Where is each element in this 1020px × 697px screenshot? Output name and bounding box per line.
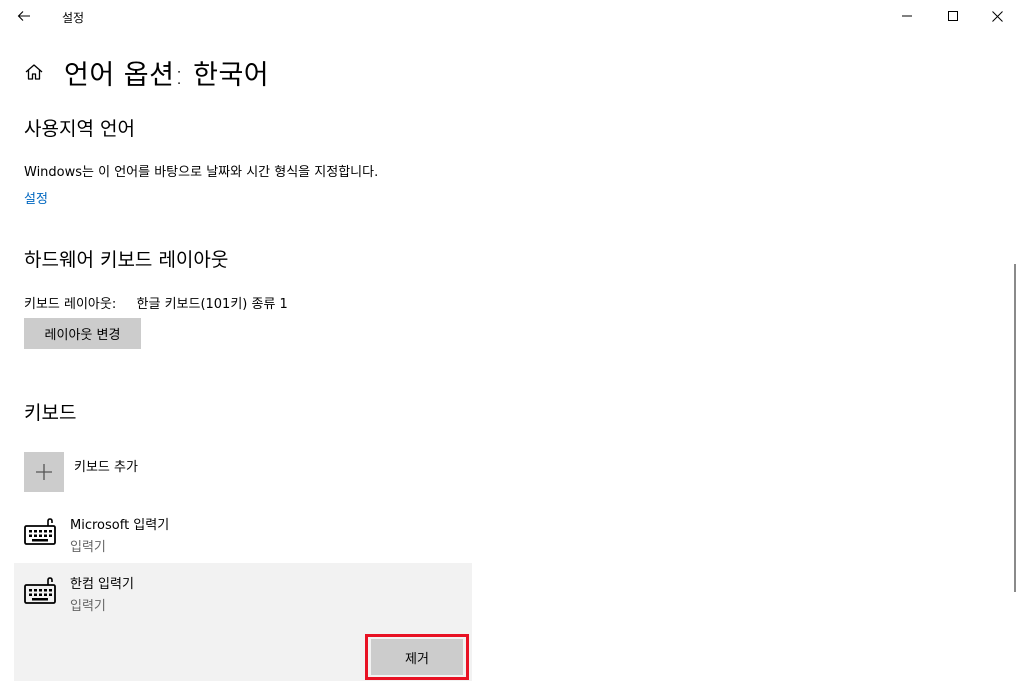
change-layout-button[interactable]: 레이아웃 변경 xyxy=(24,318,141,349)
keyboard-item-name: 한컴 입력기 xyxy=(70,577,134,592)
keyboards-section-title: 키보드 xyxy=(24,402,77,424)
keyboard-item-subtitle: 입력기 xyxy=(70,540,106,555)
minimize-button[interactable] xyxy=(884,0,930,32)
keyboard-icon xyxy=(24,577,56,604)
keyboard-item-microsoft[interactable]: Microsoft 입력기 입력기 xyxy=(14,506,472,562)
keyboard-icon xyxy=(24,518,56,545)
regional-settings-link[interactable]: 설정 xyxy=(24,188,48,207)
keyboard-layout-info: 키보드 레이아웃: 한글 키보드(101키) 종류 1 xyxy=(24,293,288,312)
home-icon xyxy=(25,64,43,80)
maximize-icon xyxy=(948,11,958,21)
add-keyboard-label: 키보드 추가 xyxy=(74,460,138,475)
minimize-icon xyxy=(902,15,912,17)
maximize-button[interactable] xyxy=(930,0,976,32)
back-button[interactable] xyxy=(8,0,40,32)
close-button[interactable] xyxy=(974,0,1020,32)
keyboard-item-subtitle: 입력기 xyxy=(70,599,106,614)
regional-section-title: 사용지역 언어 xyxy=(24,118,135,140)
add-keyboard-tile[interactable] xyxy=(24,452,64,492)
hardware-keyboard-section-title: 하드웨어 키보드 레이아웃 xyxy=(24,249,229,271)
home-button[interactable] xyxy=(22,60,46,84)
regional-description: Windows는 이 언어를 바탕으로 날짜와 시간 형식을 지정합니다. xyxy=(24,165,379,180)
title-bar: 설정 xyxy=(0,0,1020,32)
app-title: 설정 xyxy=(62,11,85,25)
back-arrow-icon xyxy=(17,11,30,21)
close-icon xyxy=(991,10,1003,22)
scrollbar[interactable] xyxy=(1014,264,1016,592)
keyboard-layout-value: 한글 키보드(101키) 종류 1 xyxy=(136,297,288,312)
plus-icon xyxy=(36,464,52,480)
highlight-box xyxy=(365,634,469,680)
keyboard-item-name: Microsoft 입력기 xyxy=(70,518,170,533)
add-keyboard-button[interactable]: 키보드 추가 xyxy=(24,452,138,494)
page-header: 언어 옵션: 한국어 xyxy=(22,54,270,91)
keyboard-layout-label: 키보드 레이아웃: xyxy=(24,297,117,312)
page-title: 언어 옵션: 한국어 xyxy=(64,59,270,91)
